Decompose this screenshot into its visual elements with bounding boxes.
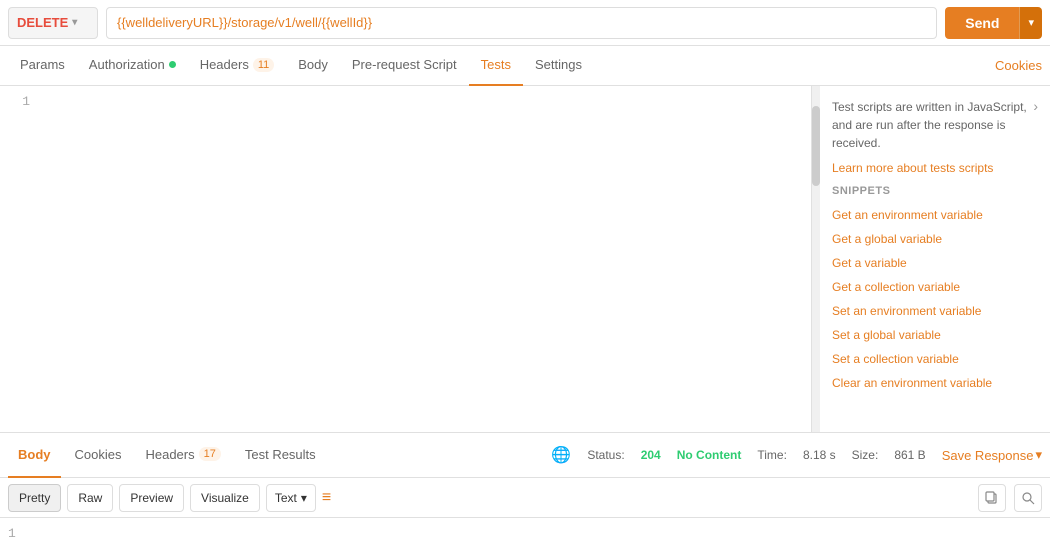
line-numbers: 1 [0,86,40,117]
tab-tests[interactable]: Tests [469,46,523,86]
format-preview-button[interactable]: Preview [119,484,184,512]
tab-headers-label: Headers [200,57,249,72]
rtab-headers-label: Headers [145,447,194,462]
save-response-label: Save Response [942,448,1034,463]
tab-params-label: Params [20,57,65,72]
snippet-set-global-var[interactable]: Set a global variable [832,323,1038,347]
send-chevron-button[interactable]: ▾ [1019,7,1042,39]
time-value: 8.18 s [803,448,836,462]
editor-content[interactable] [40,86,811,432]
size-value: 861 B [894,448,925,462]
authorization-dot [169,61,176,68]
response-actions [978,484,1042,512]
rtab-cookies[interactable]: Cookies [65,432,132,478]
learn-more-link[interactable]: Learn more about tests scripts [832,161,993,175]
tab-settings-label: Settings [535,57,582,72]
scrollbar-thumb[interactable] [812,106,820,186]
response-tabs-row: Body Cookies Headers 17 Test Results 🌐 S… [0,432,1050,478]
response-line-number-1: 1 [8,526,16,541]
text-selector-chevron: ▾ [301,491,307,505]
scrollbar-track[interactable] [812,86,820,432]
top-bar: DELETE ▾ Send ▾ [0,0,1050,46]
search-icon[interactable] [1014,484,1042,512]
status-info: 🌐 Status: 204 No Content Time: 8.18 s Si… [551,445,1042,465]
snippet-set-env-var[interactable]: Set an environment variable [832,299,1038,323]
tab-settings[interactable]: Settings [523,46,594,86]
method-chevron: ▾ [72,17,77,28]
tab-tests-label: Tests [481,57,511,72]
rtab-body[interactable]: Body [8,432,61,478]
time-label: Time: [757,448,787,462]
status-label: Status: [587,448,624,462]
format-visualize-button[interactable]: Visualize [190,484,260,512]
rtab-headers[interactable]: Headers 17 [135,432,230,478]
rtab-test-results[interactable]: Test Results [235,432,326,478]
method-label: DELETE [17,15,68,30]
tab-prerequest[interactable]: Pre-request Script [340,46,469,86]
snippet-get-variable[interactable]: Get a variable [832,251,1038,275]
snippet-get-global-var[interactable]: Get a global variable [832,227,1038,251]
tab-params[interactable]: Params [8,46,77,86]
headers-badge: 11 [253,58,274,72]
snippet-set-collection-var[interactable]: Set a collection variable [832,347,1038,371]
size-label: Size: [852,448,879,462]
response-toolbar: Pretty Raw Preview Visualize Text ▾ ≡ [0,478,1050,518]
url-input[interactable] [106,7,937,39]
tab-authorization-label: Authorization [89,57,165,72]
text-selector-label: Text [275,491,297,505]
request-tabs-row: Params Authorization Headers 11 Body Pre… [0,46,1050,86]
wrap-icon[interactable]: ≡ [322,489,331,507]
send-btn-group: Send ▾ [945,7,1042,39]
copy-icon[interactable] [978,484,1006,512]
rtab-cookies-label: Cookies [75,447,122,462]
rtab-headers-badge: 17 [199,447,221,461]
save-response-button[interactable]: Save Response ▾ [942,447,1042,463]
format-pretty-button[interactable]: Pretty [8,484,61,512]
globe-icon: 🌐 [551,445,571,465]
format-raw-button[interactable]: Raw [67,484,113,512]
snippets-label: SNIPPETS [832,185,1038,197]
tab-headers[interactable]: Headers 11 [188,46,287,86]
snippet-get-collection-var[interactable]: Get a collection variable [832,275,1038,299]
send-button[interactable]: Send [945,7,1019,39]
status-text: No Content [677,448,742,462]
line-number-1: 1 [0,94,30,109]
tab-prerequest-label: Pre-request Script [352,57,457,72]
tab-authorization[interactable]: Authorization [77,46,188,86]
status-code: 204 [641,448,661,462]
response-body-content: 1 [0,518,1050,534]
snippet-get-env-var[interactable]: Get an environment variable [832,203,1038,227]
main-area: 1 Test scripts are written in JavaScript… [0,86,1050,432]
rtab-test-results-label: Test Results [245,447,316,462]
rtab-body-label: Body [18,447,51,462]
tab-body[interactable]: Body [286,46,340,86]
cookies-button[interactable]: Cookies [995,58,1042,73]
tab-body-label: Body [298,57,328,72]
sidebar-description: Test scripts are written in JavaScript, … [832,98,1029,152]
save-response-chevron: ▾ [1035,447,1042,463]
editor-area[interactable]: 1 [0,86,812,432]
text-selector[interactable]: Text ▾ [266,484,316,512]
snippet-clear-env-var[interactable]: Clear an environment variable [832,371,1038,395]
sidebar-chevron-icon: › [1033,98,1038,114]
method-selector[interactable]: DELETE ▾ [8,7,98,39]
sidebar: Test scripts are written in JavaScript, … [820,86,1050,432]
